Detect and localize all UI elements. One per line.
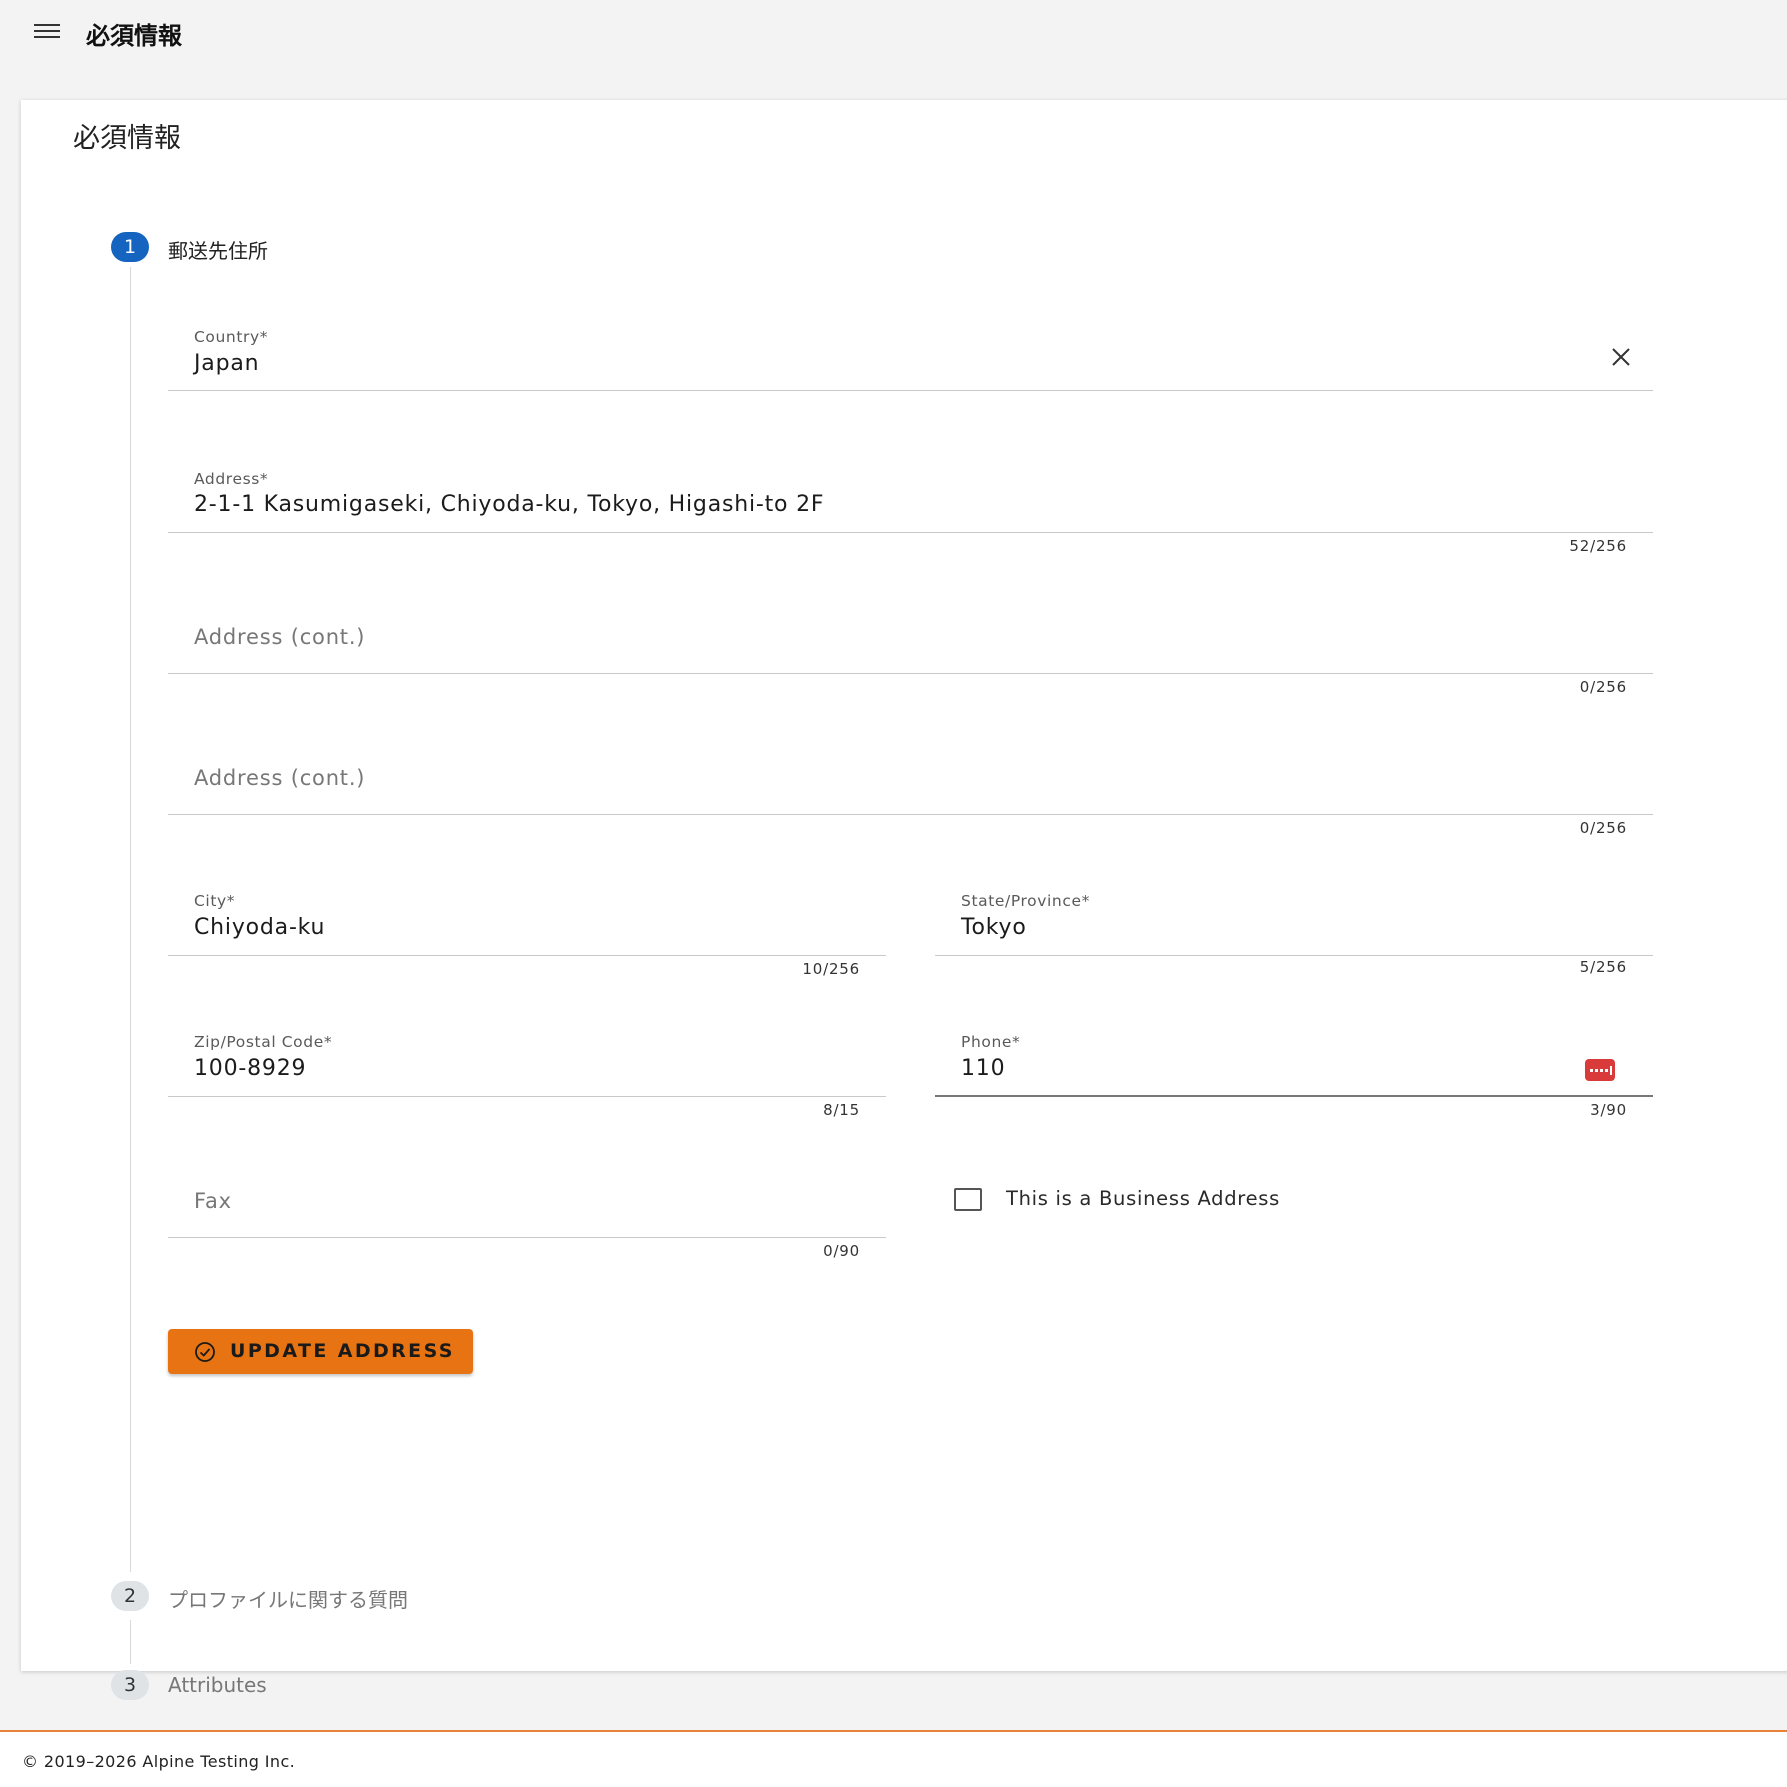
top-app-bar: 必須情報 xyxy=(0,0,1787,66)
address-cont-placeholder: Address (cont.) xyxy=(194,625,366,649)
zip-postal-code-field[interactable]: Zip/Postal Code* 100-8929 xyxy=(168,1023,886,1097)
city-field[interactable]: City* Chiyoda-ku xyxy=(168,882,886,956)
address-cont-field[interactable]: Address (cont.) xyxy=(168,600,1653,674)
phone-label: Phone* xyxy=(961,1033,1021,1051)
step-3-label[interactable]: Attributes xyxy=(168,1673,267,1697)
address-value[interactable]: 2-1-1 Kasumigaseki, Chiyoda-ku, Tokyo, H… xyxy=(194,492,824,517)
fax-counter: 0/90 xyxy=(823,1242,860,1260)
city-value[interactable]: Chiyoda-ku xyxy=(194,915,325,940)
clear-icon[interactable] xyxy=(1609,345,1633,369)
business-address-label[interactable]: This is a Business Address xyxy=(1006,1187,1280,1210)
step-1-indicator[interactable]: 1 xyxy=(111,232,149,262)
phone-field[interactable]: Phone* 110 xyxy=(935,1023,1653,1097)
step-2-label[interactable]: プロファイルに関する質問 xyxy=(168,1584,408,1613)
step-1-label[interactable]: 郵送先住所 xyxy=(168,235,268,264)
update-address-label: UPDATE ADDRESS xyxy=(230,1340,455,1362)
required-info-card: 必須情報 1 郵送先住所 Country* Japan Address* 2-1… xyxy=(21,100,1787,1700)
phone-counter: 3/90 xyxy=(1590,1101,1627,1119)
password-dots-icon[interactable] xyxy=(1585,1059,1615,1081)
address-cont-placeholder-2: Address (cont.) xyxy=(194,766,366,790)
city-counter: 10/256 xyxy=(802,960,860,978)
address-label: Address* xyxy=(194,470,269,488)
menu-icon[interactable] xyxy=(34,24,60,42)
step-3-indicator[interactable]: 3 xyxy=(111,1670,149,1700)
country-field[interactable]: Country* Japan xyxy=(168,318,1653,391)
address-cont-counter: 0/256 xyxy=(1579,678,1627,696)
stepper-rail xyxy=(130,267,131,1572)
state-province-label: State/Province* xyxy=(961,892,1090,910)
check-circle-icon xyxy=(195,1342,215,1362)
address-counter: 52/256 xyxy=(1569,537,1627,555)
zip-postal-code-label: Zip/Postal Code* xyxy=(194,1033,333,1051)
zip-postal-code-value[interactable]: 100-8929 xyxy=(194,1056,306,1081)
fax-field[interactable]: Fax xyxy=(168,1164,886,1238)
step-2-indicator[interactable]: 2 xyxy=(111,1581,149,1611)
address-cont-field-2[interactable]: Address (cont.) xyxy=(168,741,1653,815)
country-value[interactable]: Japan xyxy=(194,351,259,376)
business-address-checkbox[interactable] xyxy=(954,1188,982,1211)
footer-copyright: © 2019–2026 Alpine Testing Inc. xyxy=(22,1752,296,1771)
country-label: Country* xyxy=(194,328,269,346)
fax-placeholder: Fax xyxy=(194,1189,232,1213)
update-address-button[interactable]: UPDATE ADDRESS xyxy=(168,1329,473,1374)
zip-postal-code-counter: 8/15 xyxy=(823,1101,860,1119)
address-cont-counter-2: 0/256 xyxy=(1579,819,1627,837)
stepper-rail xyxy=(130,1620,131,1664)
state-province-field[interactable]: State/Province* Tokyo xyxy=(935,882,1653,956)
address-field[interactable]: Address* 2-1-1 Kasumigaseki, Chiyoda-ku,… xyxy=(168,458,1653,533)
card-title: 必須情報 xyxy=(73,123,181,154)
app-bar-title: 必須情報 xyxy=(86,22,182,50)
state-province-value[interactable]: Tokyo xyxy=(961,915,1027,940)
city-label: City* xyxy=(194,892,236,910)
phone-value[interactable]: 110 xyxy=(961,1056,1005,1081)
state-province-counter: 5/256 xyxy=(1579,958,1627,976)
